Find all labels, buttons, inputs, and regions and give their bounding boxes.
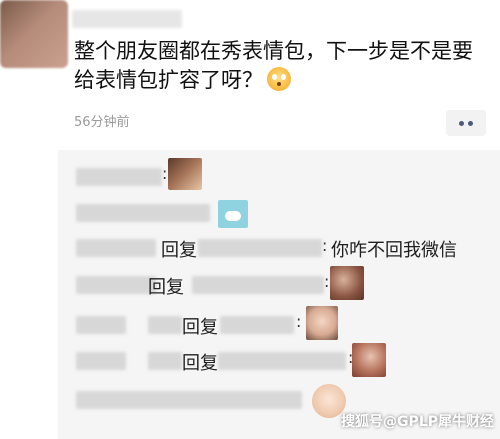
flushed-face-emoji-icon [267,67,291,91]
ellipsis-icon [468,121,473,126]
commenter-name-blurred[interactable] [76,204,210,222]
comment-colon: : [296,312,302,331]
photo-sticker[interactable] [168,158,202,190]
reply-target-blurred[interactable] [220,316,294,334]
commenter-name-blurred[interactable] [76,239,156,257]
reply-target-blurred[interactable] [198,239,322,257]
commenter-name-blurred[interactable] [76,316,126,334]
ellipsis-icon [459,121,464,126]
commenter-name-blurred[interactable] [148,352,182,370]
comment-colon: : [162,164,168,183]
post-timestamp: 56分钟前 [74,115,130,130]
commenter-name-blurred[interactable] [76,391,302,409]
avatar[interactable] [0,0,68,68]
reply-label: 回复 [182,317,218,338]
reply-target-blurred[interactable] [218,352,346,370]
post-text: 整个朋友圈都在秀表情包，下一步是不是要给表情包扩容了呀？ [74,37,484,95]
username-blurred[interactable] [72,10,182,28]
photo-sticker[interactable] [330,266,364,300]
cartoon-sticker[interactable] [218,200,248,228]
reply-label: 回复 [182,353,218,374]
reply-label: 回复 [161,240,197,261]
comment-colon: : [322,236,328,255]
reply-label: 回复 [148,277,184,298]
more-options-button[interactable] [446,110,486,136]
baby-photo-sticker[interactable] [306,306,338,340]
commenter-name-blurred[interactable] [76,352,126,370]
photo-sticker[interactable] [352,343,386,377]
commenter-name-blurred[interactable] [76,168,162,186]
comment-text: 你咋不回我微信 [331,240,457,261]
comment-colon: : [324,272,330,291]
commenter-name-blurred[interactable] [148,316,182,334]
commenter-name-blurred[interactable] [76,276,156,294]
watermark: 搜狐号@GPLP犀牛财经 [341,414,494,430]
comments-panel: : 回复 : 你咋不回我微信 回复 : 回复 : 回复 : [58,150,500,439]
reply-target-blurred[interactable] [192,276,324,294]
